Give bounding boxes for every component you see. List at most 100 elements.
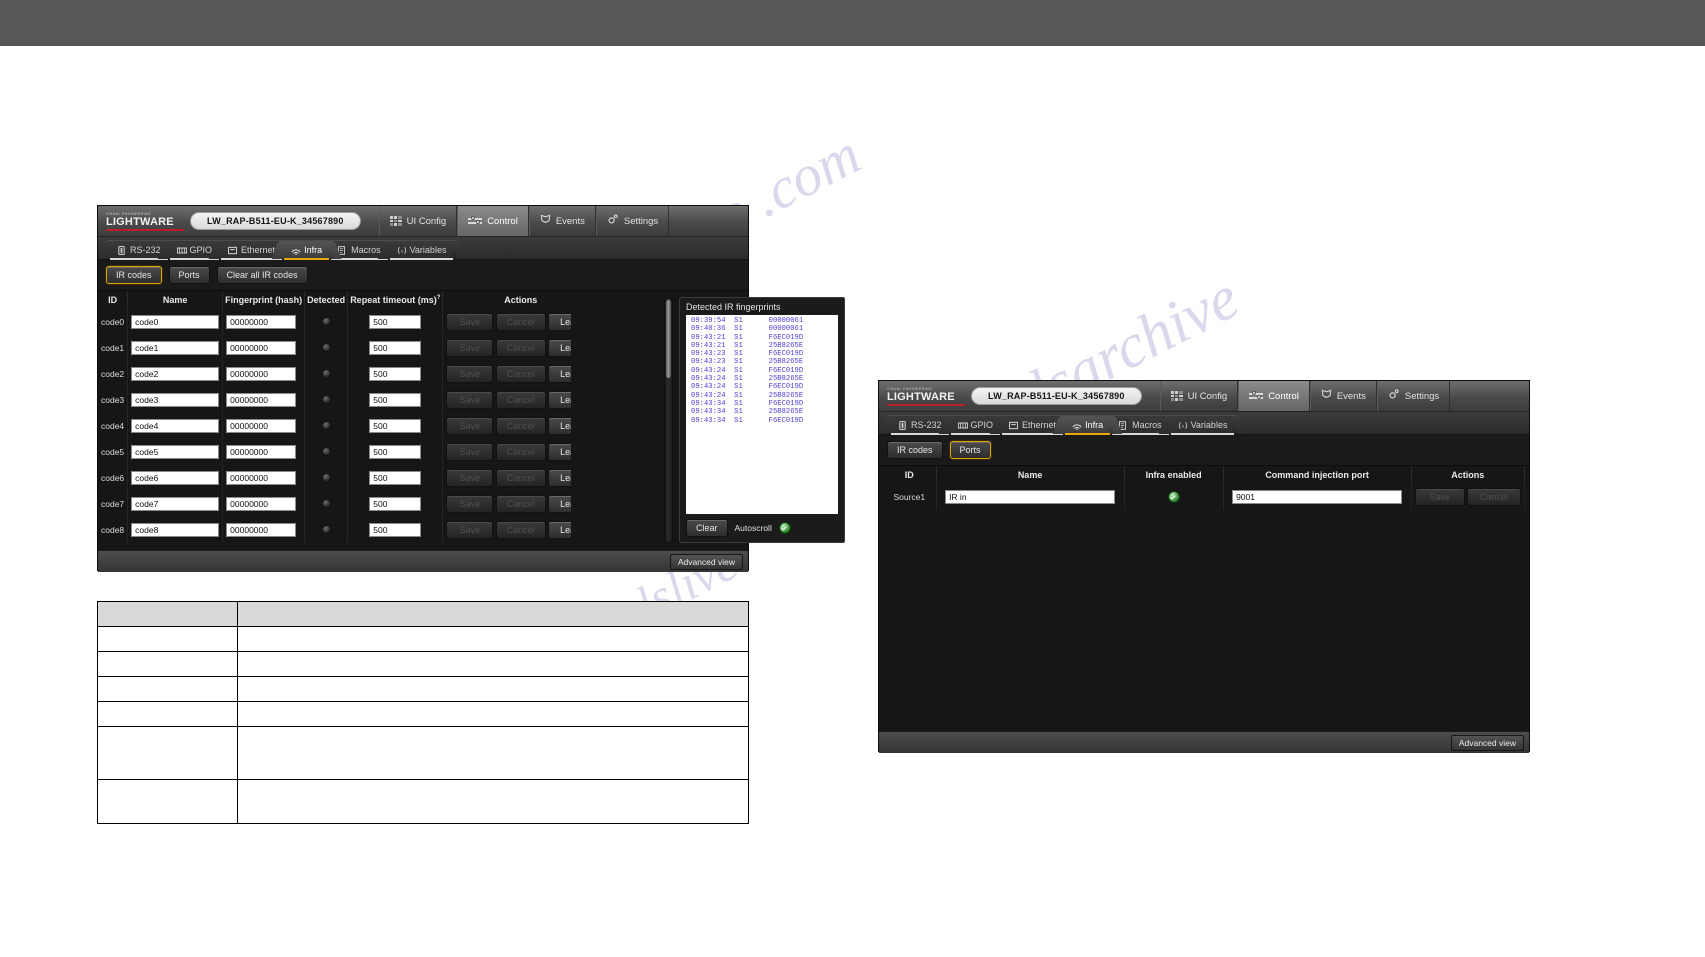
subbar-button-ports[interactable]: Ports xyxy=(168,266,210,284)
cancel-button[interactable]: Cancel xyxy=(495,417,546,435)
cancel-button[interactable]: Cancel xyxy=(495,391,546,409)
cancel-button[interactable]: Cancel xyxy=(495,443,546,461)
advanced-view-button[interactable]: Advanced view xyxy=(669,553,743,570)
menu-item-settings[interactable]: Settings xyxy=(595,206,670,236)
name-input[interactable] xyxy=(945,490,1116,504)
repeat-timeout-input[interactable] xyxy=(369,419,422,433)
table-scrollbar[interactable] xyxy=(664,297,673,543)
command-injection-port-input[interactable] xyxy=(1232,490,1403,504)
col-name: Name xyxy=(127,291,224,309)
subbar-button-clear-all-ir-codes[interactable]: Clear all IR codes xyxy=(216,266,308,284)
fingerprint-input[interactable] xyxy=(226,497,297,511)
tab-label: GPIO xyxy=(189,245,213,255)
detected-led xyxy=(321,394,331,404)
tab-infra[interactable]: Infra xyxy=(1061,415,1115,435)
learn-button[interactable]: Learn xyxy=(548,313,571,331)
menu-item-ui-config[interactable]: UI Config xyxy=(378,206,458,236)
cell-id: Source1 xyxy=(883,484,937,510)
learn-button[interactable]: Learn xyxy=(548,521,571,539)
learn-button[interactable]: Learn xyxy=(548,417,571,435)
detected-led xyxy=(321,446,331,456)
save-button[interactable]: Save xyxy=(446,521,494,539)
repeat-timeout-input[interactable] xyxy=(369,523,422,537)
menu-item-control[interactable]: Control xyxy=(457,206,529,236)
repeat-timeout-input[interactable] xyxy=(369,445,422,459)
autoscroll-checkbox[interactable] xyxy=(778,522,791,534)
learn-button[interactable]: Learn xyxy=(548,339,571,357)
fingerprint-input[interactable] xyxy=(226,419,297,433)
save-button[interactable]: Save xyxy=(446,365,494,383)
table-row xyxy=(97,726,749,780)
cancel-button[interactable]: Cancel xyxy=(495,365,546,383)
name-input[interactable] xyxy=(131,471,220,485)
name-input[interactable] xyxy=(131,523,220,537)
save-button[interactable]: Save xyxy=(1414,488,1465,506)
save-button[interactable]: Save xyxy=(446,339,494,357)
save-button[interactable]: Save xyxy=(446,391,494,409)
name-input[interactable] xyxy=(131,497,220,511)
fingerprint-input[interactable] xyxy=(226,315,297,329)
scrollbar-thumb[interactable] xyxy=(666,300,671,378)
save-button[interactable]: Save xyxy=(446,469,494,487)
learn-button[interactable]: Learn xyxy=(548,365,571,383)
cancel-button[interactable]: Cancel xyxy=(495,495,546,513)
name-input[interactable] xyxy=(131,419,220,433)
log-panel-title: Detected IR fingerprints xyxy=(686,302,781,312)
fingerprint-input[interactable] xyxy=(226,471,297,485)
subbar-button-ir-codes[interactable]: IR codes xyxy=(106,266,162,284)
device-name-field[interactable]: LW_RAP-B511-EU-K_34567890 xyxy=(971,387,1142,405)
menu-item-events[interactable]: Events xyxy=(1309,381,1377,411)
learn-button[interactable]: Learn xyxy=(548,391,571,409)
repeat-timeout-input[interactable] xyxy=(369,471,422,485)
cancel-button[interactable]: Cancel xyxy=(495,469,546,487)
variables-icon: x xyxy=(1178,421,1187,430)
table-row xyxy=(97,779,749,824)
cancel-button[interactable]: Cancel xyxy=(495,521,546,539)
tab-variables[interactable]: x Variables xyxy=(385,240,458,260)
tab-infra[interactable]: Infra xyxy=(280,240,334,260)
repeat-timeout-input[interactable] xyxy=(369,393,422,407)
learn-button[interactable]: Learn xyxy=(548,495,571,513)
tab-variables[interactable]: x Variables xyxy=(1166,415,1239,435)
repeat-timeout-input[interactable] xyxy=(369,367,422,381)
tab-label: Variables xyxy=(409,245,447,255)
name-input[interactable] xyxy=(131,315,220,329)
svg-text:x: x xyxy=(1181,424,1184,429)
name-input[interactable] xyxy=(131,341,220,355)
fingerprint-input[interactable] xyxy=(226,393,297,407)
repeat-timeout-input[interactable] xyxy=(369,497,422,511)
repeat-timeout-input[interactable] xyxy=(369,341,422,355)
menu-item-control[interactable]: Control xyxy=(1238,381,1310,411)
learn-button[interactable]: Learn xyxy=(548,469,571,487)
menu-item-settings[interactable]: Settings xyxy=(1376,381,1451,411)
infrared-wave-icon xyxy=(1072,421,1082,430)
menu-item-events[interactable]: Events xyxy=(528,206,596,236)
save-button[interactable]: Save xyxy=(446,495,494,513)
name-input[interactable] xyxy=(131,445,220,459)
subbar-button-ir-codes[interactable]: IR codes xyxy=(887,441,943,459)
variables-icon: x xyxy=(397,246,406,255)
advanced-view-button[interactable]: Advanced view xyxy=(1450,734,1524,751)
clear-log-button[interactable]: Clear xyxy=(686,519,728,537)
name-input[interactable] xyxy=(131,367,220,381)
log-output[interactable]: 09:39:54 S1 00000061 09:40:36 S1 00000061… xyxy=(686,315,838,514)
name-input[interactable] xyxy=(131,393,220,407)
save-button[interactable]: Save xyxy=(446,313,494,331)
repeat-timeout-input[interactable] xyxy=(369,315,422,329)
device-name-field[interactable]: LW_RAP-B511-EU-K_34567890 xyxy=(190,212,361,230)
fingerprint-input[interactable] xyxy=(226,341,297,355)
learn-button[interactable]: Learn xyxy=(548,443,571,461)
menu-item-ui-config[interactable]: UI Config xyxy=(1159,381,1239,411)
save-button[interactable]: Save xyxy=(446,417,494,435)
fingerprint-input[interactable] xyxy=(226,367,297,381)
save-button[interactable]: Save xyxy=(446,443,494,461)
gpio-icon xyxy=(957,421,968,430)
fingerprint-input[interactable] xyxy=(226,523,297,537)
menu-label: Control xyxy=(1268,390,1299,402)
cancel-button[interactable]: Cancel xyxy=(495,313,546,331)
subbar-button-ports[interactable]: Ports xyxy=(949,441,991,459)
cancel-button[interactable]: Cancel xyxy=(1466,488,1521,506)
infra-enabled-checkbox[interactable] xyxy=(1167,491,1180,504)
cancel-button[interactable]: Cancel xyxy=(495,339,546,357)
fingerprint-input[interactable] xyxy=(226,445,297,459)
